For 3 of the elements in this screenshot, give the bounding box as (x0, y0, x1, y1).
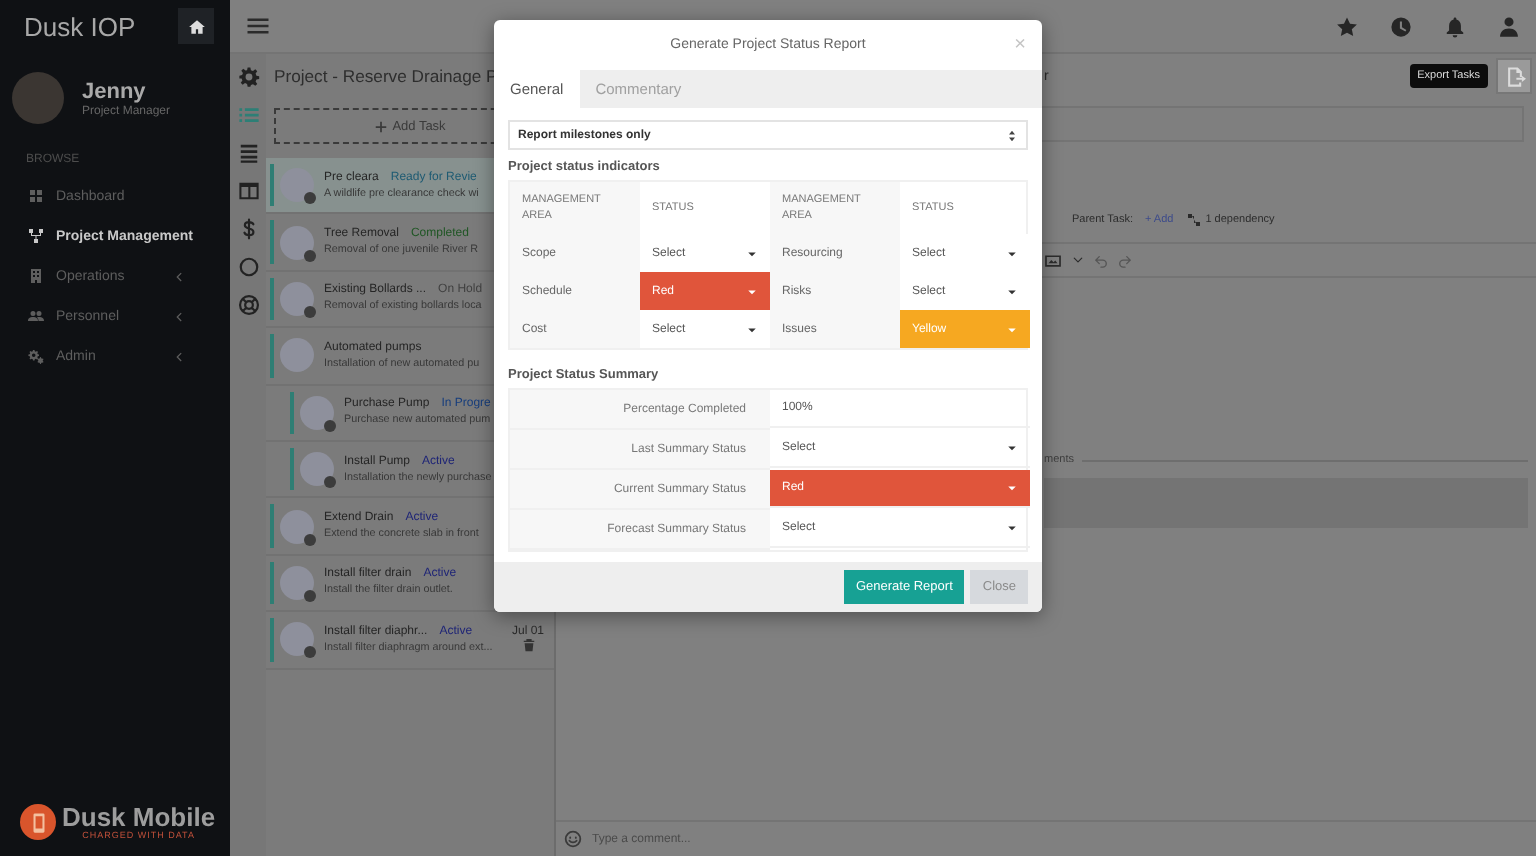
app-title: Dusk IOP (24, 11, 136, 41)
logo-name: Dusk Mobile (62, 804, 216, 830)
user-name: Jenny (82, 79, 146, 103)
